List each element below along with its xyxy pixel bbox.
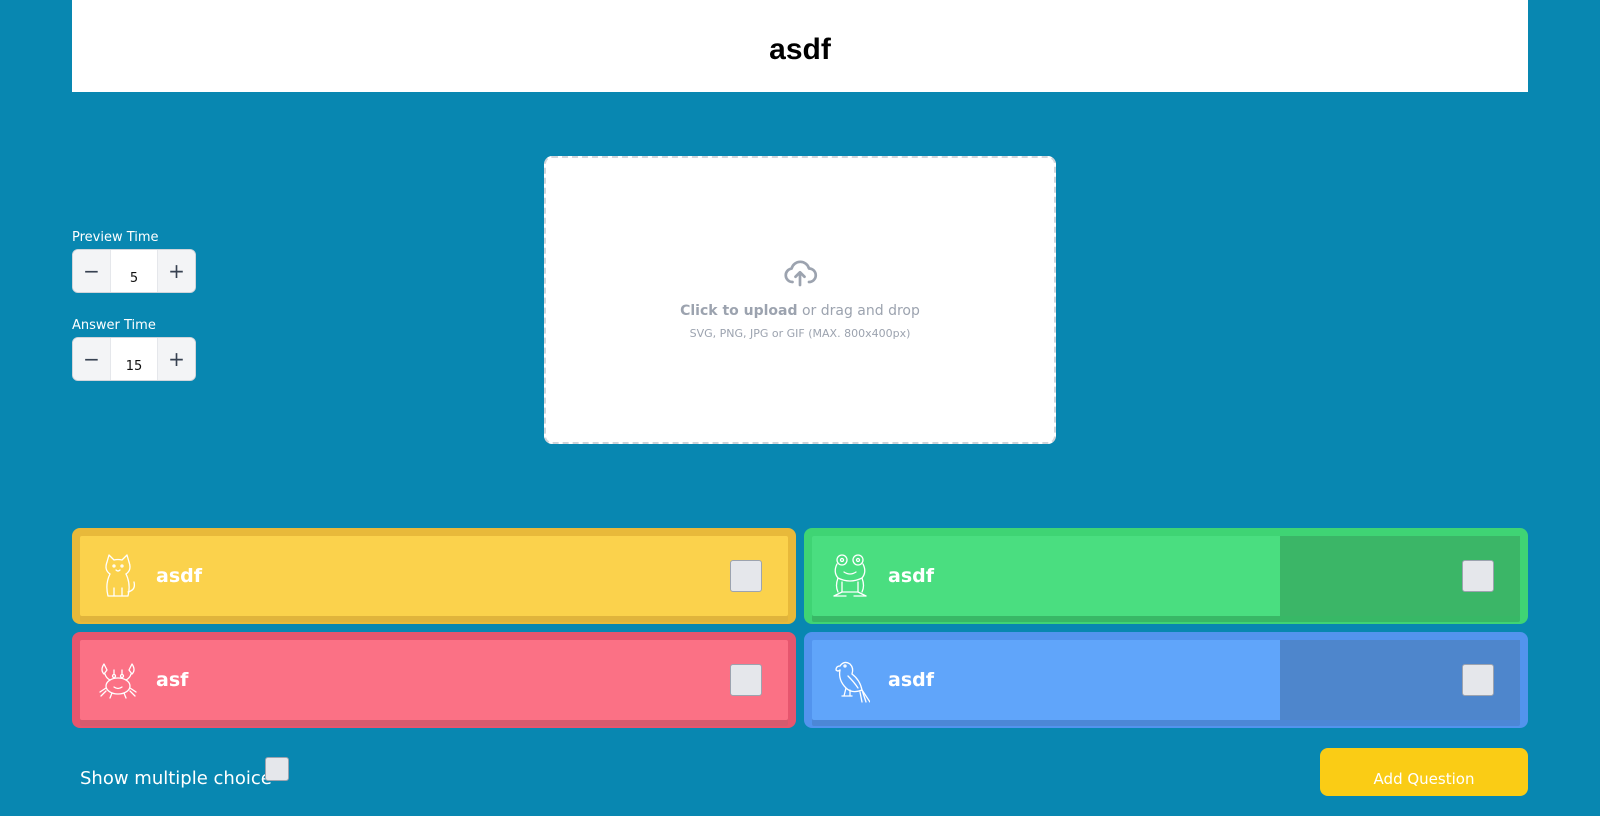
show-multiple-choice-checkbox[interactable] — [265, 757, 289, 781]
cloud-upload-icon — [784, 259, 818, 286]
title-bar: asdf — [72, 0, 1528, 92]
answer-time-increment-button[interactable]: + — [157, 338, 195, 380]
answer-time-decrement-button[interactable]: − — [73, 338, 111, 380]
show-multiple-choice-label: Show multiple choice — [80, 768, 272, 789]
answer-time-input[interactable] — [111, 338, 157, 380]
answer-text-4[interactable]: asdf — [888, 669, 934, 691]
upload-formats-text: SVG, PNG, JPG or GIF (MAX. 800x400px) — [689, 326, 911, 340]
drag-drop-text: or drag and drop — [797, 302, 920, 319]
cat-icon — [105, 554, 136, 597]
answer-correct-checkbox-4[interactable] — [1462, 664, 1494, 696]
preview-time-decrement-button[interactable]: − — [73, 250, 111, 292]
answer-correct-checkbox-2[interactable] — [1462, 560, 1494, 592]
preview-time-increment-button[interactable]: + — [157, 250, 195, 292]
add-question-button[interactable]: Add Question — [1320, 748, 1528, 796]
answer-time-label: Answer Time — [72, 318, 156, 333]
preview-time-label: Preview Time — [72, 230, 159, 245]
answer-card-4: asdf — [804, 632, 1528, 728]
upload-instructions: Click to upload or drag and drop — [680, 303, 920, 319]
answer-time-stepper: − + — [72, 337, 196, 381]
answer-card-3: asf — [72, 632, 796, 728]
answer-text-2[interactable]: asdf — [888, 565, 934, 587]
answer-card-2: asdf — [804, 528, 1528, 624]
image-upload-dropzone[interactable]: Click to upload or drag and drop SVG, PN… — [544, 156, 1056, 444]
quiz-title[interactable]: asdf — [769, 33, 831, 67]
crab-icon — [99, 663, 137, 699]
frog-icon — [833, 554, 867, 597]
click-to-upload-link[interactable]: Click to upload — [680, 303, 797, 319]
answer-card-1: asdf — [72, 528, 796, 624]
answer-correct-checkbox-1[interactable] — [730, 560, 762, 592]
answer-correct-checkbox-3[interactable] — [730, 664, 762, 696]
preview-time-stepper: − + — [72, 249, 196, 293]
parrot-icon — [835, 661, 870, 703]
preview-time-input[interactable] — [111, 250, 157, 292]
answer-text-3[interactable]: asf — [156, 669, 188, 691]
answer-text-1[interactable]: asdf — [156, 565, 202, 587]
